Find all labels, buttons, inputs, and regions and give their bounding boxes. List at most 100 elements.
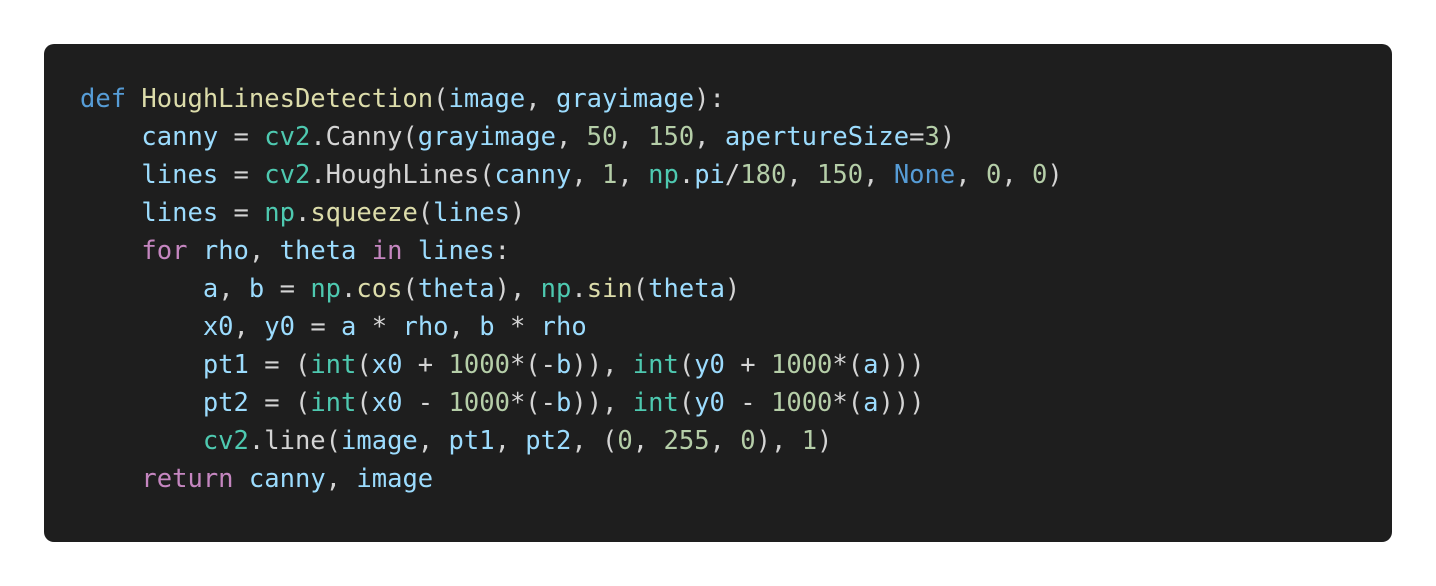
code-token-default: *(-	[509, 388, 556, 418]
code-token-variable: x0	[202, 312, 234, 342]
code-token-control: in	[371, 236, 403, 266]
code-line: lines = np.squeeze(lines)	[80, 194, 1063, 232]
code-token-number: 1000	[448, 350, 510, 380]
code-token-constant: None	[893, 160, 956, 190]
code-token-variable: pt2	[525, 426, 572, 456]
code-token-variable: theta	[417, 274, 495, 304]
code-token-control: return	[141, 464, 234, 494]
code-token-number: 1000	[770, 388, 833, 418]
code-token-default: .	[341, 274, 357, 304]
code-token-module: int	[310, 350, 357, 380]
code-token-default: ,	[555, 122, 587, 152]
code-token-default: ,	[448, 312, 480, 342]
code-token-default: ):	[694, 84, 725, 114]
code-token-default: *	[494, 312, 541, 342]
code-token-variable: canny	[141, 122, 219, 152]
code-token-default: )	[939, 122, 956, 152]
code-token-number: 0	[1032, 160, 1048, 190]
code-token-function: cos	[356, 274, 403, 304]
code-token-default	[80, 350, 203, 380]
code-token-variable: pt1	[448, 426, 495, 456]
code-token-number: 255	[663, 426, 710, 456]
code-token-default: *	[356, 312, 403, 342]
code-token-variable: a	[863, 388, 879, 418]
code-token-default: ,	[709, 426, 741, 456]
code-line: canny = cv2.Canny(grayimage, 50, 150, ap…	[80, 118, 1063, 156]
code-token-default: =	[218, 122, 265, 152]
code-token-default: ,	[233, 312, 265, 342]
code-token-default	[126, 84, 141, 114]
code-token-default: (	[632, 274, 649, 304]
code-line: a, b = np.cos(theta), np.sin(theta)	[80, 270, 1063, 308]
code-token-variable: apertureSize	[724, 122, 910, 152]
code-token-variable: canny	[248, 464, 326, 494]
code-token-module: cv2	[264, 160, 311, 190]
code-token-default: =	[294, 312, 342, 342]
code-token-number: 0	[985, 160, 1002, 190]
code-token-default: -	[724, 388, 771, 418]
code-token-variable: pt2	[202, 388, 249, 418]
code-token-variable: lines	[141, 198, 219, 228]
code-token-module: np	[264, 198, 295, 228]
code-token-default: ,	[417, 426, 449, 456]
code-token-default: )),	[571, 350, 633, 380]
code-token-default	[80, 312, 203, 342]
code-token-default: (	[678, 350, 695, 380]
code-token-variable: image	[356, 464, 434, 494]
code-token-default: ,	[248, 236, 280, 266]
code-token-default: =	[218, 198, 265, 228]
code-token-default: .line(	[248, 426, 342, 456]
code-token-default: )),	[571, 388, 633, 418]
code-token-number: 0	[617, 426, 633, 456]
code-token-variable: y0	[264, 312, 295, 342]
code-token-default: )	[817, 426, 833, 456]
code-token-number: 180	[740, 160, 787, 190]
code-token-variable: image	[448, 84, 526, 114]
code-token-default: ,	[1001, 160, 1033, 190]
code-token-default: ,	[632, 426, 664, 456]
code-token-variable: b	[556, 388, 572, 418]
code-token-number: 1000	[448, 388, 510, 418]
code-token-variable: lines	[141, 160, 219, 190]
code-token-default: )	[509, 198, 526, 228]
code-token-variable: rho	[540, 312, 587, 342]
code-token-variable: y0	[694, 350, 725, 380]
code-token-variable: canny	[494, 160, 572, 190]
code-line: pt2 = (int(x0 - 1000*(-b)), int(y0 - 100…	[80, 384, 1063, 422]
code-token-default: )	[724, 274, 741, 304]
code-token-function: squeeze	[310, 198, 418, 228]
code-line: def HoughLinesDetection(image, grayimage…	[80, 80, 1063, 118]
code-token-number: 150	[817, 160, 864, 190]
code-token-default: = (	[248, 350, 311, 380]
code-token-number: 3	[924, 122, 940, 152]
code-token-default: )))	[878, 388, 925, 418]
code-token-default: ),	[755, 426, 802, 456]
code-token-default: +	[402, 350, 449, 380]
code-token-default: ,	[786, 160, 818, 190]
code-token-variable: x0	[371, 388, 403, 418]
code-token-module: int	[632, 350, 679, 380]
code-token-variable: y0	[694, 388, 725, 418]
code-token-module: np	[540, 274, 572, 304]
code-token-default: ,	[694, 122, 725, 152]
code-token-default: (	[356, 350, 372, 380]
code-token-default: =	[264, 274, 311, 304]
code-token-variable: pt1	[202, 350, 249, 380]
code-token-default	[402, 236, 417, 266]
code-token-default	[187, 236, 202, 266]
code-token-default: ,	[494, 426, 526, 456]
code-token-default: = (	[248, 388, 311, 418]
code-token-variable: rho	[402, 312, 449, 342]
code-token-number: 1000	[770, 350, 833, 380]
code-token-control: for	[141, 236, 188, 266]
code-token-default: ,	[325, 464, 357, 494]
code-token-variable: pi	[694, 160, 725, 190]
code-token-number: 0	[740, 426, 756, 456]
code-token-variable: x0	[371, 350, 403, 380]
code-token-variable: theta	[279, 236, 357, 266]
code-token-variable: grayimage	[555, 84, 695, 114]
code-token-function: HoughLinesDetection	[141, 84, 434, 114]
code-token-default: )))	[878, 350, 925, 380]
code-token-default: /	[724, 160, 741, 190]
code-token-number: 1	[801, 426, 818, 456]
